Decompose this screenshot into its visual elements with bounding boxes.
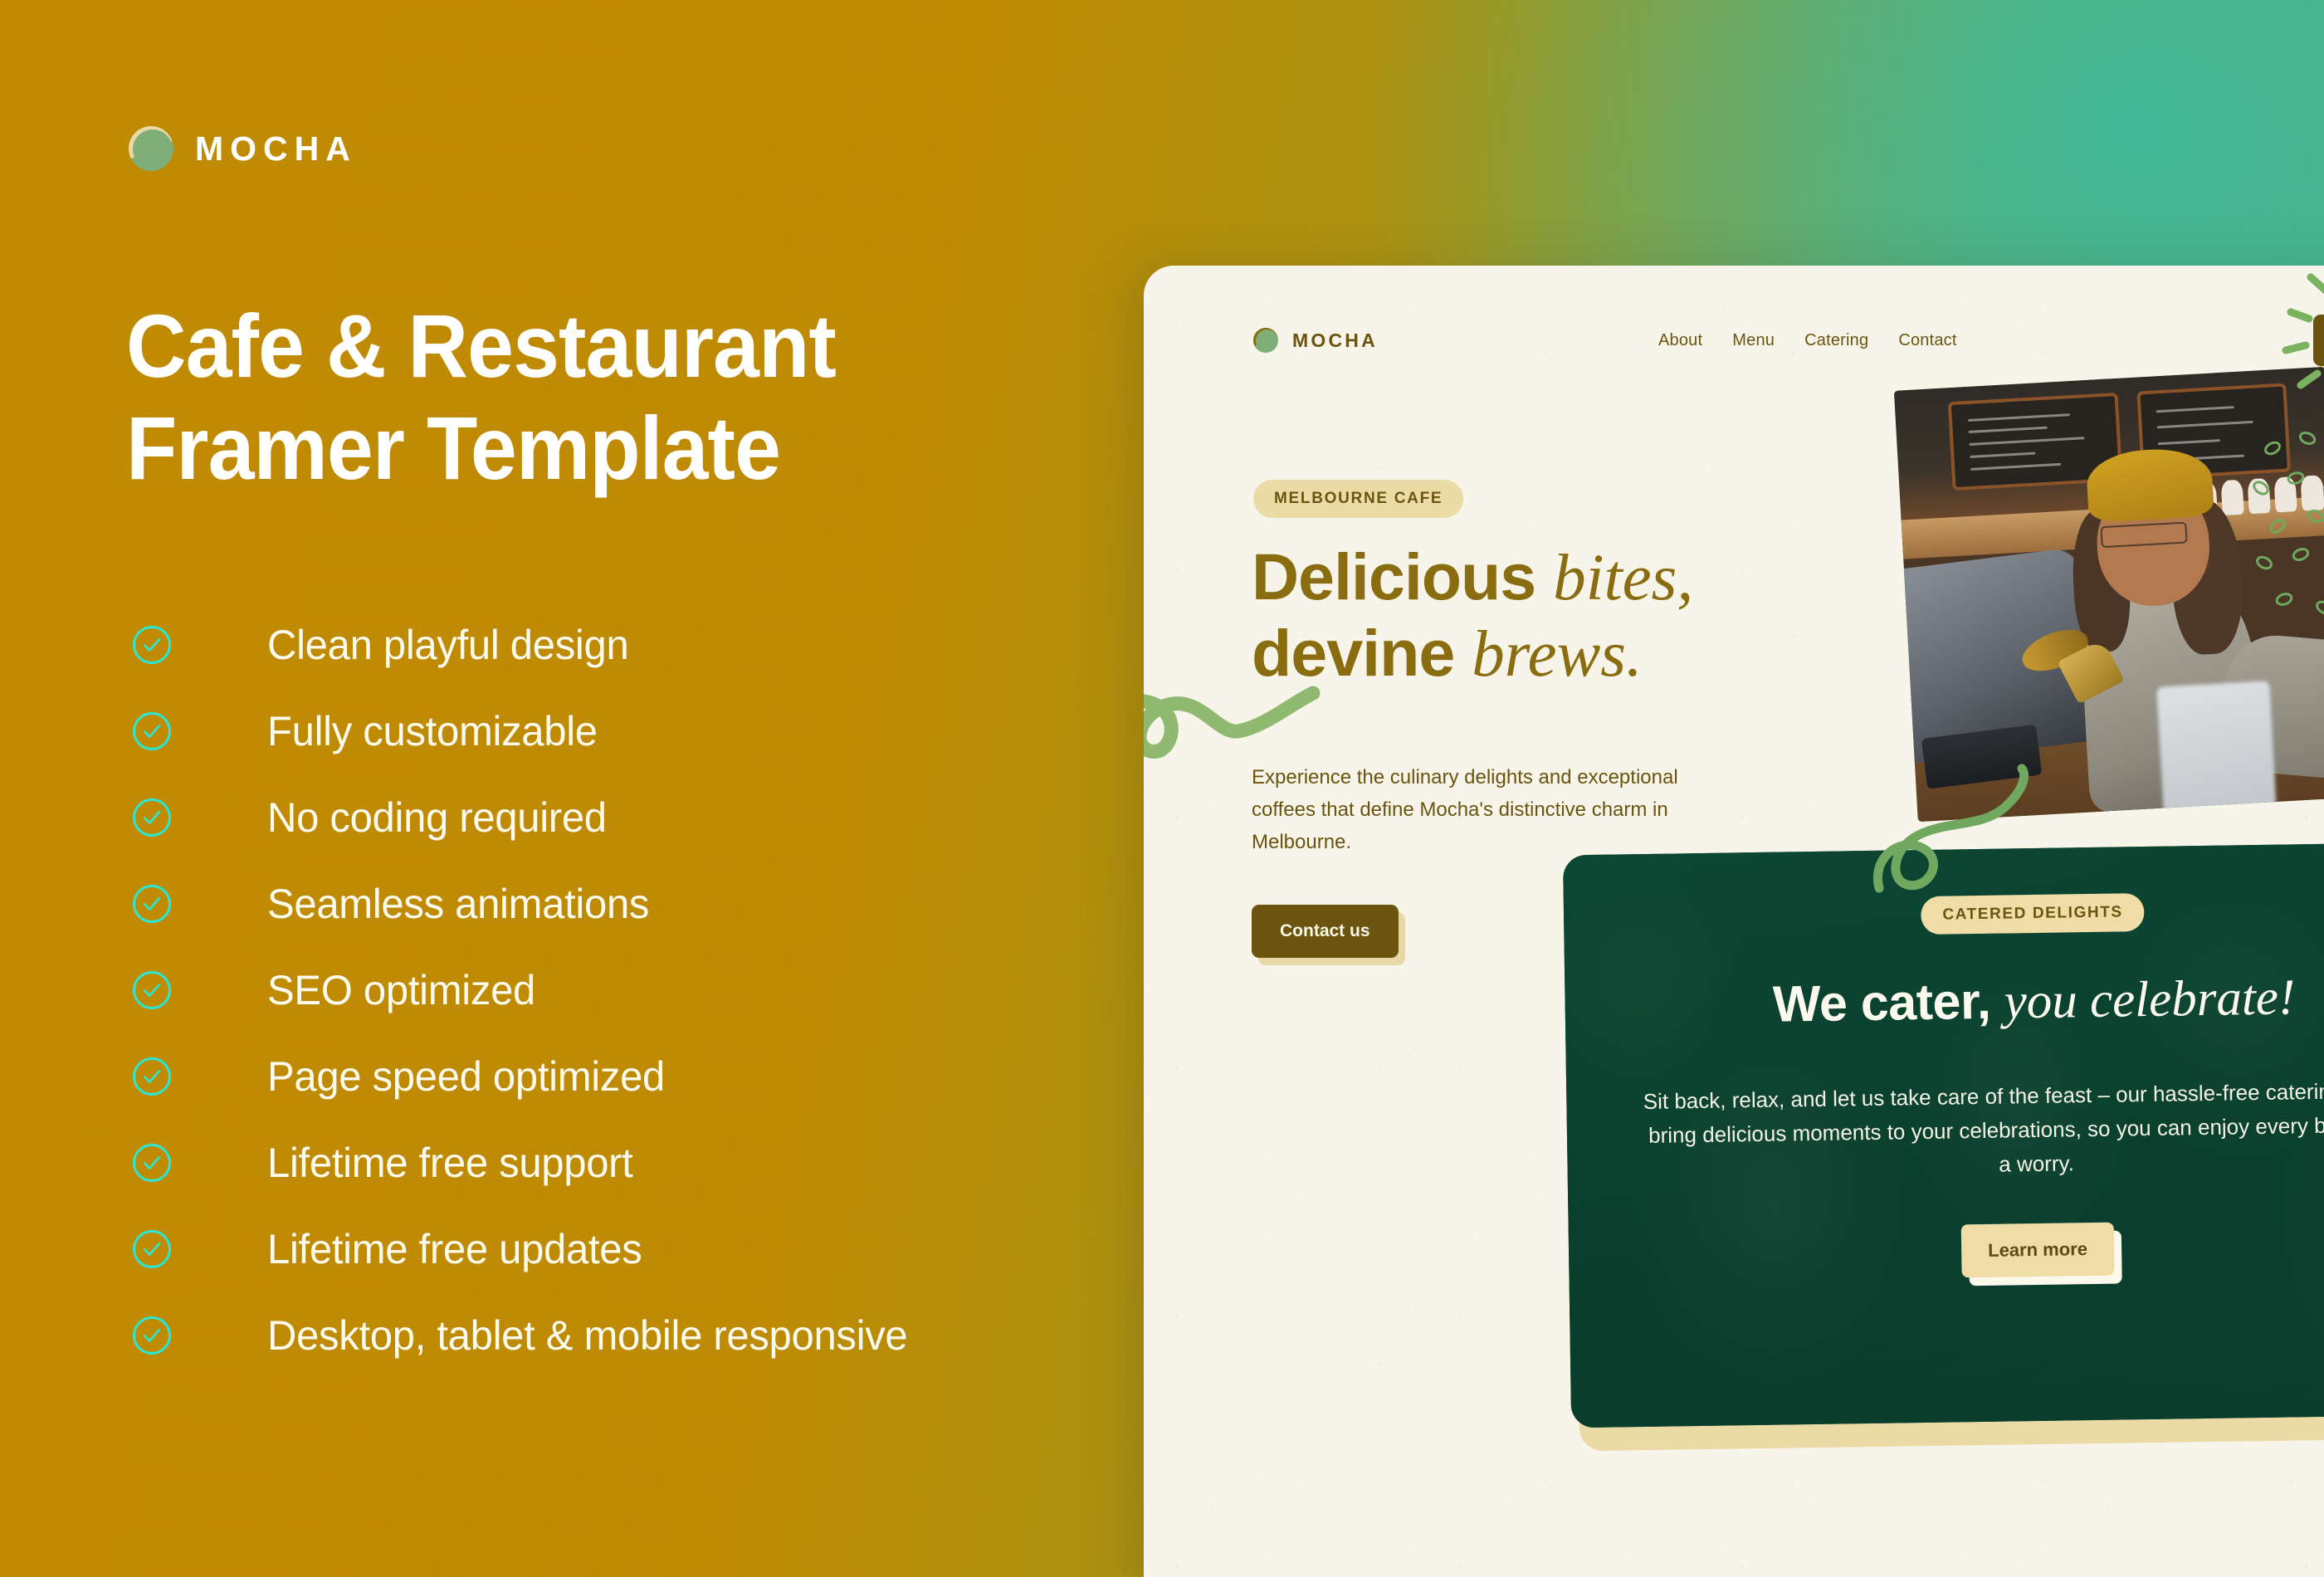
- check-circle-icon: [133, 1144, 171, 1182]
- learn-more-button[interactable]: Learn more: [1960, 1222, 2115, 1278]
- check-circle-icon: [133, 971, 171, 1009]
- feature-item: Lifetime free updates: [133, 1206, 920, 1292]
- green-swirl-doodle-icon: [1872, 764, 2029, 893]
- feature-item: Clean playful design: [133, 602, 920, 688]
- left-promo-panel: MOCHA Cafe & Restaurant Framer Template …: [0, 0, 1162, 1577]
- check-circle-icon: [133, 1230, 171, 1268]
- feature-item: Page speed optimized: [133, 1033, 920, 1120]
- check-circle-icon: [133, 1057, 171, 1096]
- feature-item: SEO optimized: [133, 947, 920, 1033]
- green-sparkle-burst-icon: [2282, 273, 2324, 389]
- headline-line-1: Cafe & Restaurant: [126, 295, 837, 396]
- page-title: Cafe & Restaurant Framer Template: [126, 295, 975, 499]
- hero-title-line-1: Delicious bites,: [1252, 540, 1693, 616]
- nav-link-about[interactable]: About: [1658, 331, 1702, 350]
- feature-label: Fully customizable: [267, 708, 598, 754]
- feature-item: Lifetime free support: [133, 1120, 920, 1206]
- brand-name: MOCHA: [195, 129, 357, 168]
- feature-label: Clean playful design: [267, 622, 629, 668]
- feature-label: Lifetime free support: [267, 1140, 633, 1186]
- hero-title-italic-2: brews.: [1472, 618, 1643, 691]
- site-navbar: MOCHA About Menu Catering Contact Book a…: [1144, 303, 2324, 378]
- site-brand-lockup[interactable]: MOCHA: [1253, 328, 1378, 353]
- mocha-circle-logo-icon: [1253, 328, 1278, 353]
- check-circle-icon: [133, 885, 171, 923]
- learn-more-button-wrap: Learn more: [1960, 1222, 2122, 1286]
- check-circle-icon: [133, 798, 171, 837]
- website-preview-mockup: MOCHA About Menu Catering Contact Book a…: [1144, 266, 2324, 1577]
- green-squiggle-doodle-icon: [1144, 686, 1321, 759]
- catering-description: Sit back, relax, and let us take care of…: [1643, 1077, 2324, 1177]
- feature-item: No coding required: [133, 774, 920, 861]
- catering-title-italic: you celebrate!: [2004, 969, 2296, 1030]
- nav-link-catering[interactable]: Catering: [1804, 331, 1868, 350]
- site-brand-name: MOCHA: [1292, 329, 1378, 351]
- feature-label: Seamless animations: [267, 881, 650, 927]
- mocha-circle-logo-icon: [129, 126, 173, 171]
- contact-us-button[interactable]: Contact us: [1252, 905, 1399, 958]
- check-circle-icon: [133, 626, 171, 664]
- feature-label: Lifetime free updates: [267, 1226, 642, 1272]
- catering-card: CATERED DELIGHTS We cater, you celebrate…: [1562, 841, 2324, 1428]
- feature-item: Fully customizable: [133, 688, 920, 774]
- check-circle-icon: [133, 1316, 171, 1355]
- feature-label: No coding required: [267, 794, 607, 841]
- hero-title-italic-1: bites,: [1553, 542, 1694, 614]
- nav-link-menu[interactable]: Menu: [1732, 331, 1775, 350]
- feature-label: Desktop, tablet & mobile responsive: [267, 1312, 908, 1359]
- hero-badge: MELBOURNE CAFE: [1253, 480, 1464, 518]
- brand-lockup: MOCHA: [129, 126, 357, 171]
- contact-button-wrap: Contact us: [1252, 905, 1405, 965]
- feature-label: Page speed optimized: [267, 1053, 666, 1100]
- feature-list: Clean playful design Fully customizable …: [133, 602, 920, 1379]
- feature-item: Desktop, tablet & mobile responsive: [133, 1292, 920, 1379]
- hero-title-plain-1: Delicious: [1252, 540, 1554, 613]
- feature-label: SEO optimized: [267, 967, 535, 1013]
- nav-links: About Menu Catering Contact: [1658, 331, 1957, 350]
- headline-line-2: Framer Template: [126, 398, 781, 499]
- check-circle-icon: [133, 712, 171, 750]
- nav-link-contact[interactable]: Contact: [1898, 331, 1956, 350]
- feature-item: Seamless animations: [133, 861, 920, 947]
- catering-title-plain: We cater,: [1772, 972, 2005, 1033]
